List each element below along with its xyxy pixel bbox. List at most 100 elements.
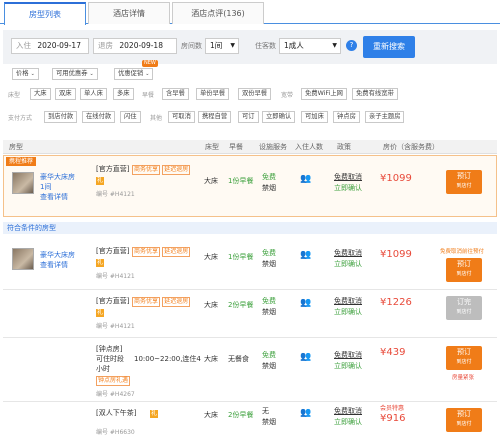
rate-tag: 礼 [96,259,105,267]
cancel-policy[interactable]: 免费取消 [334,172,362,182]
rate-provider: [官方直营] [96,247,130,255]
sold-out-button: 订完 到店付 [446,296,482,320]
bed-option[interactable]: 大床 [30,88,51,100]
meal-option[interactable]: 含早餐 [162,88,189,100]
book-button[interactable]: 预订 到店付 [446,408,482,432]
guests-value: 1成人 [284,41,304,50]
book-button[interactable]: 预订 到店付 [446,258,482,282]
rate-provider: [双人下午茶] [96,409,137,417]
room-price: ¥1099 [380,173,412,184]
checkin-field[interactable]: 入住 2020-09-17 [11,38,89,54]
other-option[interactable]: 携程自营 [198,111,232,123]
room-thumbnail[interactable] [12,248,34,270]
smoke-info: 禁烟 [262,418,276,426]
room-price: ¥1099 [380,249,412,260]
table-row [3,338,497,402]
bed-option[interactable]: 双床 [55,88,76,100]
other-option[interactable]: 亲子主题房 [365,111,405,123]
payment-option[interactable]: 闪住 [120,111,141,123]
col-meal: 早餐 [229,143,243,151]
rooms-value: 1间 [210,41,223,50]
book-button-sub: 到店付 [456,359,472,365]
chevron-down-icon: ⌄ [145,71,150,77]
rate-tag: 延迟退房 [162,247,191,257]
bed-option[interactable]: 多床 [113,88,134,100]
cancel-policy[interactable]: 免费取消 [334,248,362,258]
payment-option[interactable]: 到店付款 [44,111,78,123]
view-detail-link[interactable]: 查看详情 [40,260,68,270]
book-button-sub: 到店付 [456,421,472,427]
guest-count-icon: 👥 [300,298,312,308]
book-button-label: 预订 [457,260,471,268]
other-option[interactable]: 可加床 [301,111,328,123]
checkout-value: 2020-09-18 [119,41,163,50]
tab-hotel-reviews[interactable]: 酒店点评(136) [172,2,264,24]
room-name-link[interactable]: 豪华大床房 [40,172,75,182]
section-title: 符合条件的房型 [3,222,497,234]
other-filter-label: 其他 [150,115,163,122]
table-row [3,402,497,443]
smoke-info: 禁烟 [262,308,276,316]
tab-hotel-detail[interactable]: 酒店详情 [88,2,170,24]
meal-info: 1份早餐 [228,253,254,261]
book-button-label: 预订 [457,410,471,418]
cancel-policy[interactable]: 免费取消 [334,350,362,360]
smoke-info: 禁烟 [262,184,276,192]
chevron-down-icon: ▼ [230,42,235,49]
rate-tag: 钟点房礼遇 [96,376,131,386]
bed-option[interactable]: 单人床 [80,88,107,100]
bed-filter-label: 床型 [8,92,21,99]
search-button[interactable]: 重新搜索 [363,36,415,58]
view-detail-link[interactable]: 查看详情 [40,192,68,202]
coupon-filter[interactable]: 可用优惠券 ⌄ [52,68,98,80]
room-name-link[interactable]: 豪华大床房 [40,250,75,260]
cancel-policy[interactable]: 免费取消 [334,406,362,416]
meal-option[interactable]: 单份早餐 [196,88,230,100]
other-option[interactable]: 钟点房 [333,111,360,123]
meal-option[interactable]: 双份早餐 [238,88,272,100]
help-icon[interactable]: ? [346,40,357,51]
guests-select[interactable]: 1成人 ▼ [279,38,341,54]
guests-label: 住客数 [255,42,276,50]
wifi-info: 免费 [262,249,276,257]
tab-room-list[interactable]: 房型列表 [4,2,86,25]
other-option[interactable]: 立即确认 [262,111,296,123]
guest-count-icon: 👥 [300,174,312,184]
wifi-option[interactable]: 免费有线宽带 [352,88,398,100]
recommended-block [3,155,497,217]
rate-line: 可住时段 [96,355,124,363]
chevron-down-icon: ⌄ [30,71,35,77]
wifi-info: 免费 [262,351,276,359]
payment-option[interactable]: 在线付款 [82,111,116,123]
price-filter[interactable]: 价格 ⌄ [12,68,39,80]
cancel-policy[interactable]: 免费取消 [334,296,362,306]
rooms-select[interactable]: 1间 ▼ [205,38,239,54]
book-button[interactable]: 预订 到店付 [446,346,482,370]
price-filter-label: 价格 [16,70,29,77]
col-policy: 政策 [337,143,351,151]
meal-filter-label: 早餐 [142,92,155,99]
rate-tag: 延迟退房 [162,297,191,307]
room-price: ¥916 [380,413,406,424]
wifi-option[interactable]: 免费WiFi上网 [301,88,347,100]
book-button-sub: 到店付 [456,309,472,315]
other-option[interactable]: 可订 [238,111,259,123]
confirm-policy: 立即确认 [334,184,362,192]
other-option[interactable]: 可取消 [168,111,195,123]
wifi-info: 免费 [262,173,276,181]
rate-note: 房量紧张 [452,375,475,381]
room-thumbnail[interactable] [12,172,34,194]
confirm-policy: 立即确认 [334,362,362,370]
smoke-info: 禁烟 [262,362,276,370]
promo-filter[interactable]: 优惠促销 ⌄ [114,68,154,80]
guest-count-icon: 👥 [300,250,312,260]
checkin-label: 入住 [16,41,31,50]
checkout-field[interactable]: 退房 2020-09-18 [93,38,177,54]
book-button[interactable]: 预订 到店付 [446,170,482,194]
wifi-filter-label: 宽带 [281,92,294,99]
guest-count-icon: 👥 [300,408,312,418]
rate-code: 编号 #H4267 [96,391,135,398]
table-header: 房型 床型 早餐 设施服务 入住人数 政策 房价（含服务费） [3,140,497,154]
wifi-info: 无 [262,407,269,415]
confirm-policy: 立即确认 [334,418,362,426]
